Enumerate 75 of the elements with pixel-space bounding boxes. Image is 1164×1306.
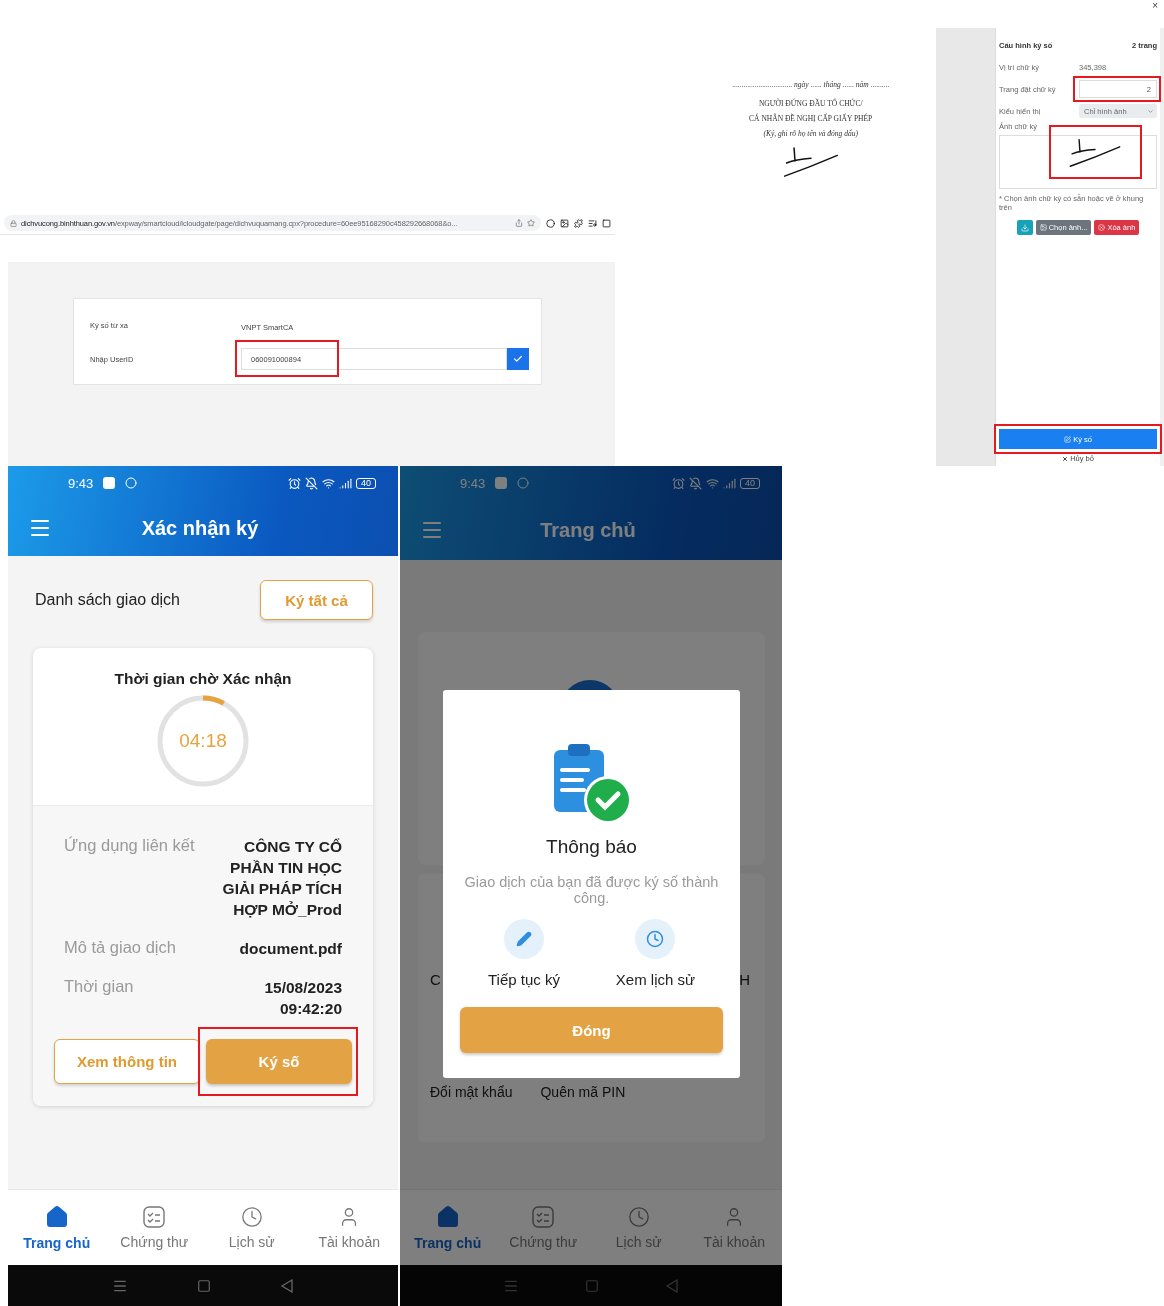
wifi-icon	[322, 476, 335, 490]
nav-tab[interactable]: Trang chủ	[8, 1190, 106, 1265]
countdown-time: 04:18	[179, 730, 227, 752]
chevron-icon	[1147, 107, 1155, 115]
detail-label: Thời gian	[64, 977, 134, 996]
view-info-button[interactable]: Xem thông tin	[54, 1039, 200, 1084]
dialog-option[interactable]: Tiếp tục ký	[481, 918, 566, 989]
extension-icon[interactable]	[560, 218, 569, 228]
sign-all-button[interactable]: Ký tất cả	[260, 580, 373, 620]
close-icon	[1062, 455, 1069, 462]
close-button[interactable]: ×	[1152, 0, 1158, 11]
clock-icon	[627, 1205, 650, 1228]
nav-tab[interactable]: Lịch sử	[203, 1190, 301, 1265]
mute-icon	[689, 476, 702, 490]
status-time: 9:43	[68, 475, 94, 491]
back-icon[interactable]	[279, 1278, 294, 1293]
battery-level: 40	[740, 477, 760, 489]
share-icon[interactable]	[515, 219, 523, 227]
detail-value: CÔNG TY CỔ PHẦN TIN HỌC GIẢI PHÁP TÍCH HỢP MỞ_Prod	[221, 837, 342, 920]
home-icon	[44, 1204, 69, 1229]
nav-tab[interactable]: Tài khoản	[300, 1190, 398, 1265]
timer-title: Thời gian chờ Xác nhận	[114, 670, 292, 688]
screen-title: Xác nhận ký	[140, 516, 260, 540]
battery-level: 40	[356, 477, 376, 489]
checklist-icon	[143, 1205, 166, 1228]
notification-icon	[125, 477, 138, 489]
detail-value: document.pdf	[239, 939, 342, 959]
status-time: 9:43	[460, 475, 486, 491]
menu-link[interactable]: Đổi mật khẩu	[430, 1084, 513, 1100]
list-title: Danh sách giao dịch	[35, 591, 180, 609]
screen-title: Trang chủ	[539, 518, 637, 542]
edit-icon	[1064, 435, 1072, 443]
clock-icon	[646, 930, 665, 948]
detail-label: Mô tả giao dịch	[64, 938, 176, 957]
nav-tab[interactable]: Trang chủ	[400, 1190, 496, 1265]
alarm-icon	[288, 476, 301, 490]
download-icon	[1020, 223, 1029, 232]
checklist-icon	[532, 1205, 555, 1228]
extensions-puzzle-icon[interactable]	[574, 218, 583, 228]
clock-icon	[240, 1205, 263, 1228]
confirm-button[interactable]	[507, 348, 529, 370]
mute-icon	[305, 476, 318, 490]
lock-icon	[10, 219, 17, 227]
home-icon	[435, 1204, 460, 1229]
signal-icon	[339, 476, 352, 490]
nav-tab[interactable]: Tài khoản	[686, 1190, 782, 1265]
menu-link[interactable]: Quên mã PIN	[540, 1084, 626, 1100]
dialog-message: Giao dịch của bạn đã được ký số thành công.	[463, 874, 720, 906]
nav-tab[interactable]: Lịch sử	[591, 1190, 687, 1265]
detail-value: 15/08/2023 09:42:20	[263, 978, 342, 1019]
menu-text: C	[430, 971, 441, 988]
reading-list-icon[interactable]	[588, 218, 597, 228]
signal-icon	[723, 476, 736, 490]
download-button[interactable]	[1016, 220, 1033, 235]
detail-label: Ứng dụng liên kết	[64, 836, 195, 855]
menu-text: H	[739, 971, 750, 988]
alarm-icon	[672, 476, 685, 490]
image-icon	[1039, 224, 1047, 231]
app-notification-icon	[495, 477, 508, 489]
dialog-title: Thông báo	[546, 836, 637, 858]
dialog-option[interactable]: Xem lịch sử	[609, 918, 702, 989]
bookmark-star-icon[interactable]	[527, 219, 535, 227]
nav-tab[interactable]: Chứng thư	[495, 1190, 591, 1265]
extension-icon[interactable]	[546, 218, 555, 228]
signature-drawing	[781, 146, 840, 178]
side-panel-icon[interactable]	[602, 218, 611, 228]
check-icon	[513, 354, 523, 364]
app-notification-icon	[103, 477, 116, 489]
notification-icon	[517, 477, 530, 489]
home-button-icon[interactable]	[197, 1278, 211, 1293]
wifi-icon	[706, 476, 719, 490]
signature-canvas[interactable]	[999, 135, 1158, 189]
pencil-icon	[515, 931, 532, 947]
close-icon	[1098, 224, 1106, 231]
nav-tab[interactable]: Chứng thư	[105, 1190, 203, 1265]
